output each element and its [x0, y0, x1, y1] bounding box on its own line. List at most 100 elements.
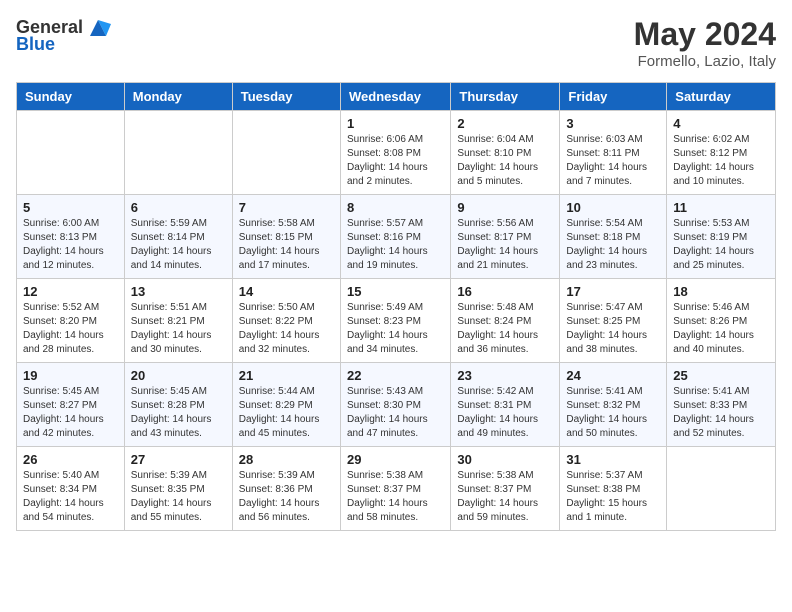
calendar-day-5: 5 Sunrise: 6:00 AM Sunset: 8:13 PM Daylig… [17, 195, 125, 279]
day-number: 29 [347, 452, 444, 467]
day-info: Sunrise: 5:49 AM Sunset: 8:23 PM Dayligh… [347, 301, 444, 357]
calendar-day-31: 31 Sunrise: 5:37 AM Sunset: 8:38 PM Dayli… [560, 447, 667, 531]
calendar-week-row: 19 Sunrise: 5:45 AM Sunset: 8:27 PM Dayli… [17, 363, 776, 447]
calendar-day-11: 11 Sunrise: 5:53 AM Sunset: 8:19 PM Dayli… [667, 195, 776, 279]
column-header-wednesday: Wednesday [340, 83, 450, 111]
day-number: 4 [673, 116, 769, 131]
day-number: 25 [673, 368, 769, 383]
column-header-saturday: Saturday [667, 83, 776, 111]
calendar-day-23: 23 Sunrise: 5:42 AM Sunset: 8:31 PM Dayli… [451, 363, 560, 447]
calendar-week-row: 5 Sunrise: 6:00 AM Sunset: 8:13 PM Daylig… [17, 195, 776, 279]
calendar-week-row: 1 Sunrise: 6:06 AM Sunset: 8:08 PM Daylig… [17, 111, 776, 195]
calendar-day-14: 14 Sunrise: 5:50 AM Sunset: 8:22 PM Dayli… [232, 279, 340, 363]
day-number: 8 [347, 200, 444, 215]
calendar-day-25: 25 Sunrise: 5:41 AM Sunset: 8:33 PM Dayli… [667, 363, 776, 447]
calendar-day-15: 15 Sunrise: 5:49 AM Sunset: 8:23 PM Dayli… [340, 279, 450, 363]
calendar-day-1: 1 Sunrise: 6:06 AM Sunset: 8:08 PM Daylig… [340, 111, 450, 195]
day-number: 30 [457, 452, 553, 467]
calendar-day-21: 21Sunrise: 5:44 AM Sunset: 8:29 PM Dayli… [232, 363, 340, 447]
day-number: 5 [23, 200, 118, 215]
calendar-day-20: 20 Sunrise: 5:45 AM Sunset: 8:28 PM Dayli… [124, 363, 232, 447]
calendar-header-row: SundayMondayTuesdayWednesdayThursdayFrid… [17, 83, 776, 111]
calendar-day-4: 4 Sunrise: 6:02 AM Sunset: 8:12 PM Daylig… [667, 111, 776, 195]
calendar-day-22: 22 Sunrise: 5:43 AM Sunset: 8:30 PM Dayli… [340, 363, 450, 447]
calendar-empty-cell [232, 111, 340, 195]
day-info: Sunrise: 5:54 AM Sunset: 8:18 PM Dayligh… [566, 217, 660, 273]
calendar-day-19: 19 Sunrise: 5:45 AM Sunset: 8:27 PM Dayli… [17, 363, 125, 447]
day-number: 22 [347, 368, 444, 383]
day-info: Sunrise: 5:50 AM Sunset: 8:22 PM Dayligh… [239, 301, 334, 357]
day-number: 14 [239, 284, 334, 299]
day-info: Sunrise: 5:37 AM Sunset: 8:38 PM Dayligh… [566, 469, 660, 525]
day-info: Sunrise: 5:59 AM Sunset: 8:14 PM Dayligh… [131, 217, 226, 273]
calendar-day-28: 28 Sunrise: 5:39 AM Sunset: 8:36 PM Dayli… [232, 447, 340, 531]
day-number: 19 [23, 368, 118, 383]
day-info: Sunrise: 6:02 AM Sunset: 8:12 PM Dayligh… [673, 133, 769, 189]
calendar-day-30: 30 Sunrise: 5:38 AM Sunset: 8:37 PM Dayli… [451, 447, 560, 531]
column-header-tuesday: Tuesday [232, 83, 340, 111]
day-number: 20 [131, 368, 226, 383]
day-info: Sunrise: 5:43 AM Sunset: 8:30 PM Dayligh… [347, 385, 444, 441]
day-info: Sunrise: 5:41 AM Sunset: 8:33 PM Dayligh… [673, 385, 769, 441]
calendar-day-29: 29Sunrise: 5:38 AM Sunset: 8:37 PM Dayli… [340, 447, 450, 531]
day-info: Sunrise: 5:53 AM Sunset: 8:19 PM Dayligh… [673, 217, 769, 273]
calendar-empty-cell [17, 111, 125, 195]
day-info: Sunrise: 5:47 AM Sunset: 8:25 PM Dayligh… [566, 301, 660, 357]
calendar-day-17: 17Sunrise: 5:47 AM Sunset: 8:25 PM Dayli… [560, 279, 667, 363]
day-info: Sunrise: 5:38 AM Sunset: 8:37 PM Dayligh… [457, 469, 553, 525]
day-info: Sunrise: 6:06 AM Sunset: 8:08 PM Dayligh… [347, 133, 444, 189]
calendar-day-18: 18Sunrise: 5:46 AM Sunset: 8:26 PM Dayli… [667, 279, 776, 363]
calendar-day-27: 27 Sunrise: 5:39 AM Sunset: 8:35 PM Dayli… [124, 447, 232, 531]
day-info: Sunrise: 6:04 AM Sunset: 8:10 PM Dayligh… [457, 133, 553, 189]
day-number: 24 [566, 368, 660, 383]
day-info: Sunrise: 5:51 AM Sunset: 8:21 PM Dayligh… [131, 301, 226, 357]
day-info: Sunrise: 5:45 AM Sunset: 8:28 PM Dayligh… [131, 385, 226, 441]
day-info: Sunrise: 6:00 AM Sunset: 8:13 PM Dayligh… [23, 217, 118, 273]
day-info: Sunrise: 6:03 AM Sunset: 8:11 PM Dayligh… [566, 133, 660, 189]
day-number: 31 [566, 452, 660, 467]
day-info: Sunrise: 5:58 AM Sunset: 8:15 PM Dayligh… [239, 217, 334, 273]
column-header-monday: Monday [124, 83, 232, 111]
calendar-week-row: 12Sunrise: 5:52 AM Sunset: 8:20 PM Dayli… [17, 279, 776, 363]
logo: General Blue [16, 16, 113, 55]
calendar-week-row: 26Sunrise: 5:40 AM Sunset: 8:34 PM Dayli… [17, 447, 776, 531]
calendar-day-6: 6 Sunrise: 5:59 AM Sunset: 8:14 PM Daylig… [124, 195, 232, 279]
day-number: 6 [131, 200, 226, 215]
location-subtitle: Formello, Lazio, Italy [634, 53, 776, 70]
calendar-empty-cell [124, 111, 232, 195]
day-info: Sunrise: 5:57 AM Sunset: 8:16 PM Dayligh… [347, 217, 444, 273]
calendar-day-12: 12Sunrise: 5:52 AM Sunset: 8:20 PM Dayli… [17, 279, 125, 363]
column-header-sunday: Sunday [17, 83, 125, 111]
day-info: Sunrise: 5:42 AM Sunset: 8:31 PM Dayligh… [457, 385, 553, 441]
day-info: Sunrise: 5:39 AM Sunset: 8:36 PM Dayligh… [239, 469, 334, 525]
day-number: 28 [239, 452, 334, 467]
day-number: 27 [131, 452, 226, 467]
day-number: 23 [457, 368, 553, 383]
day-number: 18 [673, 284, 769, 299]
day-number: 16 [457, 284, 553, 299]
calendar-day-9: 9 Sunrise: 5:56 AM Sunset: 8:17 PM Daylig… [451, 195, 560, 279]
calendar-day-13: 13 Sunrise: 5:51 AM Sunset: 8:21 PM Dayli… [124, 279, 232, 363]
calendar-day-26: 26Sunrise: 5:40 AM Sunset: 8:34 PM Dayli… [17, 447, 125, 531]
day-number: 26 [23, 452, 118, 467]
calendar-day-3: 3Sunrise: 6:03 AM Sunset: 8:11 PM Daylig… [560, 111, 667, 195]
calendar-day-8: 8 Sunrise: 5:57 AM Sunset: 8:16 PM Daylig… [340, 195, 450, 279]
logo-blue-text: Blue [16, 34, 55, 55]
day-number: 15 [347, 284, 444, 299]
day-info: Sunrise: 5:39 AM Sunset: 8:35 PM Dayligh… [131, 469, 226, 525]
month-year-title: May 2024 [634, 16, 776, 53]
day-number: 9 [457, 200, 553, 215]
day-number: 11 [673, 200, 769, 215]
calendar-day-2: 2Sunrise: 6:04 AM Sunset: 8:10 PM Daylig… [451, 111, 560, 195]
day-info: Sunrise: 5:48 AM Sunset: 8:24 PM Dayligh… [457, 301, 553, 357]
day-info: Sunrise: 5:56 AM Sunset: 8:17 PM Dayligh… [457, 217, 553, 273]
logo-icon [85, 16, 111, 38]
day-number: 21 [239, 368, 334, 383]
day-number: 1 [347, 116, 444, 131]
day-number: 10 [566, 200, 660, 215]
page-header: General Blue May 2024 Formello, Lazio, I… [16, 16, 776, 70]
day-info: Sunrise: 5:41 AM Sunset: 8:32 PM Dayligh… [566, 385, 660, 441]
day-number: 7 [239, 200, 334, 215]
day-info: Sunrise: 5:45 AM Sunset: 8:27 PM Dayligh… [23, 385, 118, 441]
day-number: 13 [131, 284, 226, 299]
